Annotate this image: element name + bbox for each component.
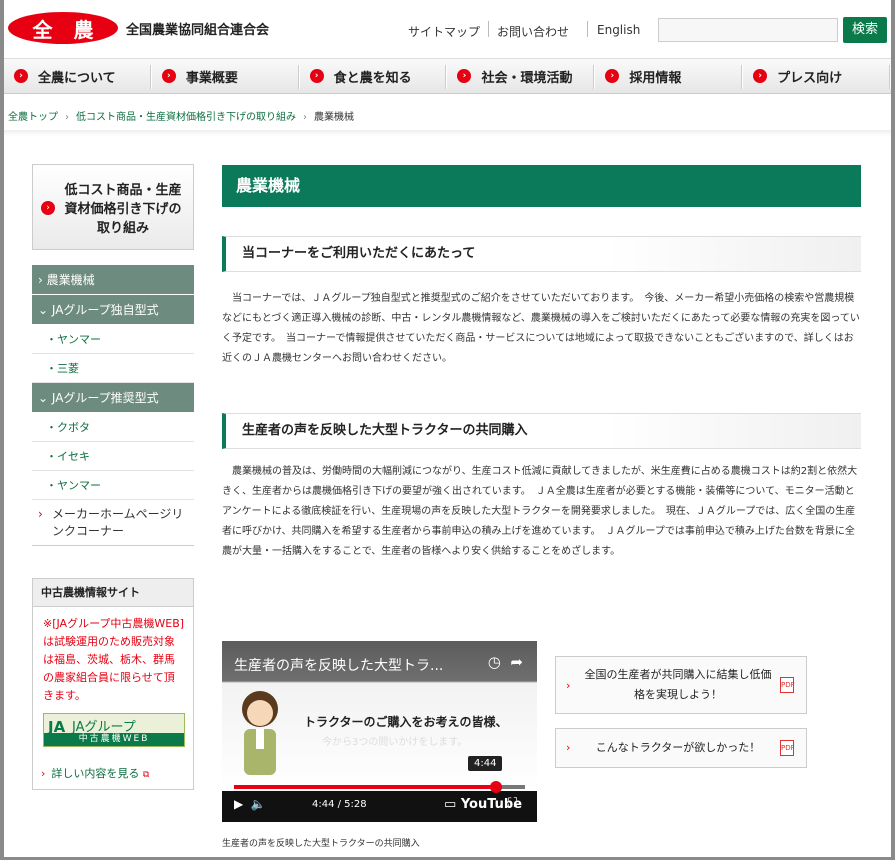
chevron-right-icon: › [753, 69, 768, 83]
video-slogan: トラクターのご購入をお考えの皆様、 [304, 715, 508, 729]
volume-icon[interactable]: 🔈 [251, 797, 266, 811]
used-box-note: ※[JAグループ中古農機WEB]は試験運用のため販売対象は福島、茨城、栃木、群馬… [43, 617, 185, 702]
ja-used-web-banner[interactable]: JA JAグループ 中古農機WEB [43, 713, 185, 747]
sidebar-subitem-kubota[interactable]: ・クボタ [32, 413, 194, 442]
external-link-icon: ⧉ [142, 770, 150, 780]
sidebar-subitem-iseki[interactable]: ・イセキ [32, 442, 194, 471]
divider [488, 21, 489, 37]
chevron-right-icon: › [566, 679, 571, 692]
sidebar-parent-label: 低コスト商品・生産資材価格引き下げの取り組み [64, 183, 182, 236]
logo-char: 全 [32, 17, 53, 42]
english-link[interactable]: English [597, 23, 640, 37]
sidebar-parent-link[interactable]: › 低コスト商品・生産資材価格引き下げの取り組み [32, 164, 194, 250]
presenter-illustration [242, 691, 278, 775]
video-player[interactable]: 生産者の声を反映した大型トラ... ◷ ➦ トラクターのご購入をお考えの皆様、 … [222, 641, 537, 822]
video-top-icons: ◷ ➦ [488, 653, 523, 671]
chevron-right-icon: › [41, 201, 55, 215]
chevron-right-icon: › [14, 69, 28, 83]
section-body: 当コーナーでは、ＪＡグループ独自型式と推奨型式のご紹介をさせていただいております… [222, 293, 860, 364]
section-body: 農業機械の普及は、労働時間の大幅削減につながり、生産コスト低減に貢献してきました… [222, 466, 858, 557]
video-time: 4:44 / 5:28 [312, 799, 367, 810]
sidebar-item-ja-recommended[interactable]: ⌄ JAグループ推奨型式 [32, 383, 194, 413]
section-heading: 当コーナーをご利用いただくにあたって [222, 236, 861, 272]
pdf-link-joint-purchase[interactable]: › 全国の生産者が共同購入に結集し低価格を実現しよう！ PDF [555, 656, 807, 714]
chevron-right-icon: › [309, 69, 324, 83]
pdf-link-label: こんなトラクターが欲しかった！ [595, 741, 761, 754]
breadcrumb-parent[interactable]: 低コスト商品・生産資材価格引き下げの取り組み [76, 112, 296, 123]
nav-item-food[interactable]: › 食と農を知る [300, 59, 448, 93]
search-button[interactable]: 検索 [843, 17, 887, 43]
sidebar-menu: › 農業機械 ⌄ JAグループ独自型式 ・ヤンマー ・三菱 ⌄ JAグループ推奨… [32, 265, 194, 546]
org-name[interactable]: 全国農業協同組合連合会 [126, 19, 269, 38]
pdf-icon: PDF [780, 677, 795, 693]
nav-label: 採用情報 [629, 70, 682, 86]
video-controls: ▶ 🔈 [234, 797, 266, 811]
progress-handle[interactable] [489, 781, 502, 793]
nav-label: 事業概要 [185, 70, 238, 86]
sidebar-subitem-yanmar[interactable]: ・ヤンマー [32, 325, 194, 354]
chevron-right-icon: › [38, 507, 43, 521]
search-input[interactable] [658, 18, 838, 42]
nav-label: プレス向け [777, 70, 843, 86]
breadcrumb: 全農トップ › 低コスト商品・生産資材価格引き下げの取り組み › 農業機械 [8, 108, 354, 123]
sidebar-item-ja-original[interactable]: ⌄ JAグループ独自型式 [32, 295, 194, 325]
sidebar-subitem-mitsubishi[interactable]: ・三菱 [32, 354, 194, 383]
seek-tooltip: 4:44 [468, 756, 503, 771]
nav-label: 全農について [38, 70, 116, 86]
chevron-right-icon: › [457, 69, 472, 83]
nav-item-recruit[interactable]: › 採用情報 [595, 59, 743, 93]
logo-char: 農 [73, 17, 94, 42]
sidebar-item-maker-links[interactable]: › メーカーホームページリンクコーナー [32, 500, 194, 546]
chevron-right-icon: › [566, 741, 571, 754]
banner-subtitle: 中古農機WEB [44, 733, 184, 746]
zennoh-logo[interactable]: 全 農 [8, 12, 118, 44]
sitemap-link[interactable]: サイトマップ [408, 23, 480, 40]
pdf-link-label: 全国の生産者が共同購入に結集し低価格を実現しよう！ [584, 668, 772, 701]
share-icon[interactable]: ➦ [510, 653, 523, 671]
chevron-right-icon: › [605, 69, 620, 83]
video-subtitle: 今から3つの問いかけをします。 [322, 737, 468, 748]
progress-fill [234, 785, 496, 789]
breadcrumb-current: 農業機械 [314, 112, 354, 123]
sidebar-item-agri-machinery[interactable]: › 農業機械 [32, 265, 194, 295]
divider [4, 130, 891, 136]
nav-item-business[interactable]: › 事業概要 [152, 59, 300, 93]
sidebar-item-label: メーカーホームページリンクコーナー [52, 507, 184, 538]
sidebar-subitem-yanmar-2[interactable]: ・ヤンマー [32, 471, 194, 500]
captions-icon[interactable]: ▭ [444, 797, 456, 812]
chevron-right-icon: › [41, 767, 46, 780]
video-progress-bar[interactable] [234, 785, 525, 789]
play-icon[interactable]: ▶ [234, 797, 243, 811]
pdf-link-desired-tractor[interactable]: › こんなトラクターが欲しかった！ PDF [555, 728, 807, 768]
used-machinery-box: 中古農機情報サイト ※[JAグループ中古農機WEB]は試験運用のため販売対象は福… [32, 578, 194, 790]
section-heading: 生産者の声を反映した大型トラクターの共同購入 [222, 413, 861, 449]
more-label: 詳しい内容を見る [51, 767, 140, 780]
nav-item-about[interactable]: › 全農について [4, 59, 152, 93]
contact-link[interactable]: お問い合わせ [497, 23, 569, 40]
nav-label: 食と農を知る [333, 70, 412, 86]
more-details-link[interactable]: › 詳しい内容を見る ⧉ [41, 765, 149, 781]
breadcrumb-separator: › [65, 112, 69, 123]
breadcrumb-separator: › [303, 112, 307, 123]
page-title: 農業機械 [222, 165, 861, 207]
nav-item-csr[interactable]: › 社会・環境活動 [447, 59, 596, 93]
global-nav: › 全農について › 事業概要 › 食と農を知る › 社会・環境活動 › 採用情報 › プレ… [4, 58, 891, 94]
video-caption: 生産者の声を反映した大型トラクターの共同購入 [222, 839, 420, 849]
nav-label: 社会・環境活動 [481, 70, 573, 86]
pdf-icon: PDF [780, 740, 795, 756]
divider [587, 21, 588, 37]
breadcrumb-home[interactable]: 全農トップ [8, 112, 58, 123]
chevron-right-icon: › [161, 69, 176, 83]
nav-item-press[interactable]: › プレス向け [743, 59, 891, 93]
site-header: 全 農 全国農業協同組合連合会 サイトマップ お問い合わせ English 検索 [0, 0, 895, 56]
used-box-heading: 中古農機情報サイト [33, 579, 193, 607]
video-title[interactable]: 生産者の声を反映した大型トラ... [234, 655, 443, 675]
clock-icon[interactable]: ◷ [488, 653, 501, 671]
fullscreen-icon[interactable]: ⛶ [508, 796, 517, 811]
